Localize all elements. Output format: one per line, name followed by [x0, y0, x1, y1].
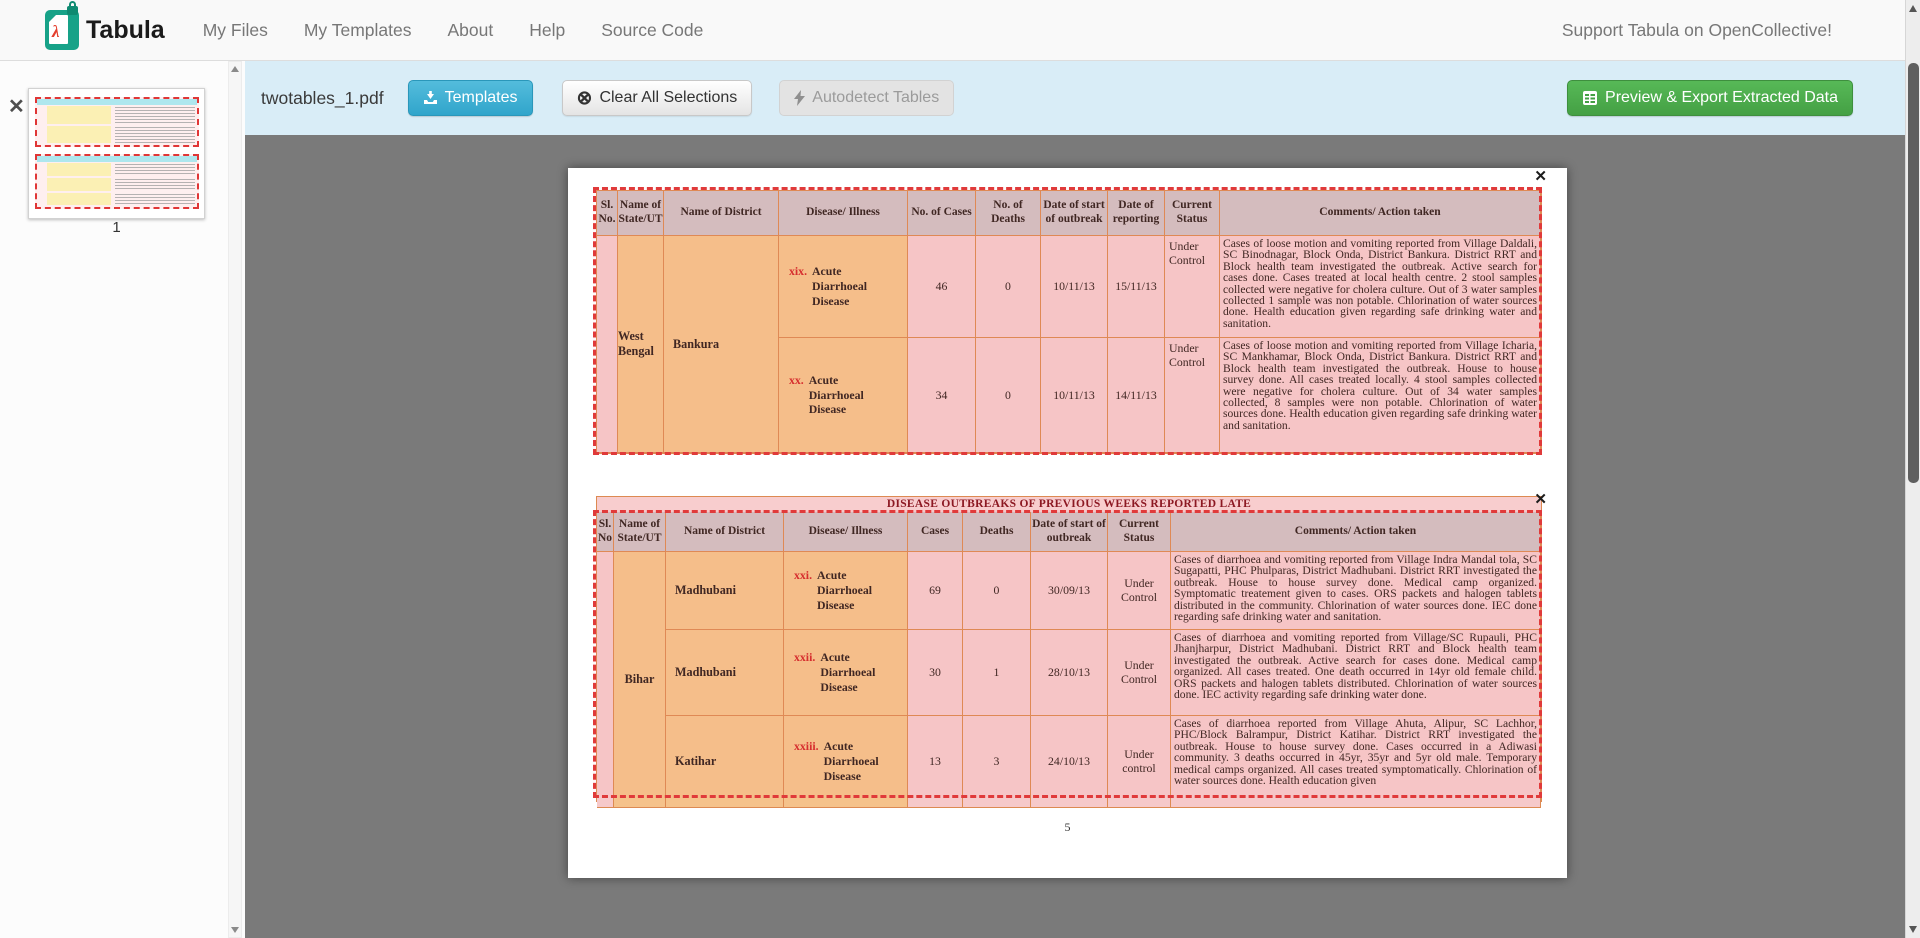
lightning-bolt-icon	[794, 90, 805, 106]
remove-selection-1-icon[interactable]: ✕	[1534, 169, 1547, 184]
table-selection-2[interactable]: ✕	[593, 510, 1542, 798]
tabula-logo-icon: λ	[45, 10, 79, 50]
export-button-label: Preview & Export Extracted Data	[1605, 89, 1838, 107]
thumbnail-page-number: 1	[28, 219, 205, 236]
thumbnail-selection-2	[35, 154, 199, 209]
document-filename: twotables_1.pdf	[261, 88, 384, 109]
templates-button-label: Templates	[445, 89, 518, 107]
table-selection-1[interactable]: ✕	[593, 187, 1542, 455]
top-navbar: λ Tabula My Files My Templates About Hel…	[0, 0, 1920, 61]
scroll-down-icon[interactable]	[1909, 926, 1917, 933]
delete-page-selections-icon[interactable]: ✕	[8, 97, 25, 117]
scroll-up-icon[interactable]	[1909, 5, 1917, 12]
document-toolbar: twotables_1.pdf Templates ⊗ Clear All Se…	[245, 61, 1905, 135]
remove-selection-2-icon[interactable]: ✕	[1534, 492, 1547, 507]
pdf-canvas-area: Sl. No. Name of State/UT Name of Distric…	[245, 135, 1905, 938]
sidebar-scrollbar[interactable]	[228, 61, 242, 938]
clear-all-selections-button[interactable]: ⊗ Clear All Selections	[562, 80, 753, 116]
nav-source-code[interactable]: Source Code	[601, 20, 703, 41]
pdf-page-number: 5	[568, 820, 1567, 835]
sidebar-scroll-down-icon[interactable]	[231, 927, 239, 933]
save-template-icon	[423, 91, 438, 105]
nav-help[interactable]: Help	[529, 20, 565, 41]
circle-x-icon: ⊗	[577, 89, 593, 108]
brand-title: Tabula	[86, 16, 165, 45]
spreadsheet-icon	[1582, 90, 1598, 106]
nav-my-files[interactable]: My Files	[203, 20, 268, 41]
autodetect-tables-button: Autodetect Tables	[779, 80, 954, 116]
page-thumbnails-sidebar: ✕ 1	[0, 61, 245, 938]
autodetect-button-label: Autodetect Tables	[812, 89, 939, 107]
window-scrollbar[interactable]	[1905, 0, 1920, 938]
support-link[interactable]: Support Tabula on OpenCollective!	[1562, 0, 1832, 61]
page-1-thumbnail[interactable]	[28, 88, 205, 219]
preview-export-button[interactable]: Preview & Export Extracted Data	[1567, 80, 1853, 116]
sidebar-scroll-up-icon[interactable]	[231, 66, 239, 72]
nav-my-templates[interactable]: My Templates	[304, 20, 412, 41]
thumbnail-selection-1	[35, 97, 199, 147]
templates-button[interactable]: Templates	[408, 80, 533, 116]
nav-about[interactable]: About	[448, 20, 494, 41]
pdf-page[interactable]: Sl. No. Name of State/UT Name of Distric…	[568, 168, 1567, 878]
scrollbar-thumb[interactable]	[1908, 63, 1919, 483]
clear-button-label: Clear All Selections	[599, 89, 737, 107]
